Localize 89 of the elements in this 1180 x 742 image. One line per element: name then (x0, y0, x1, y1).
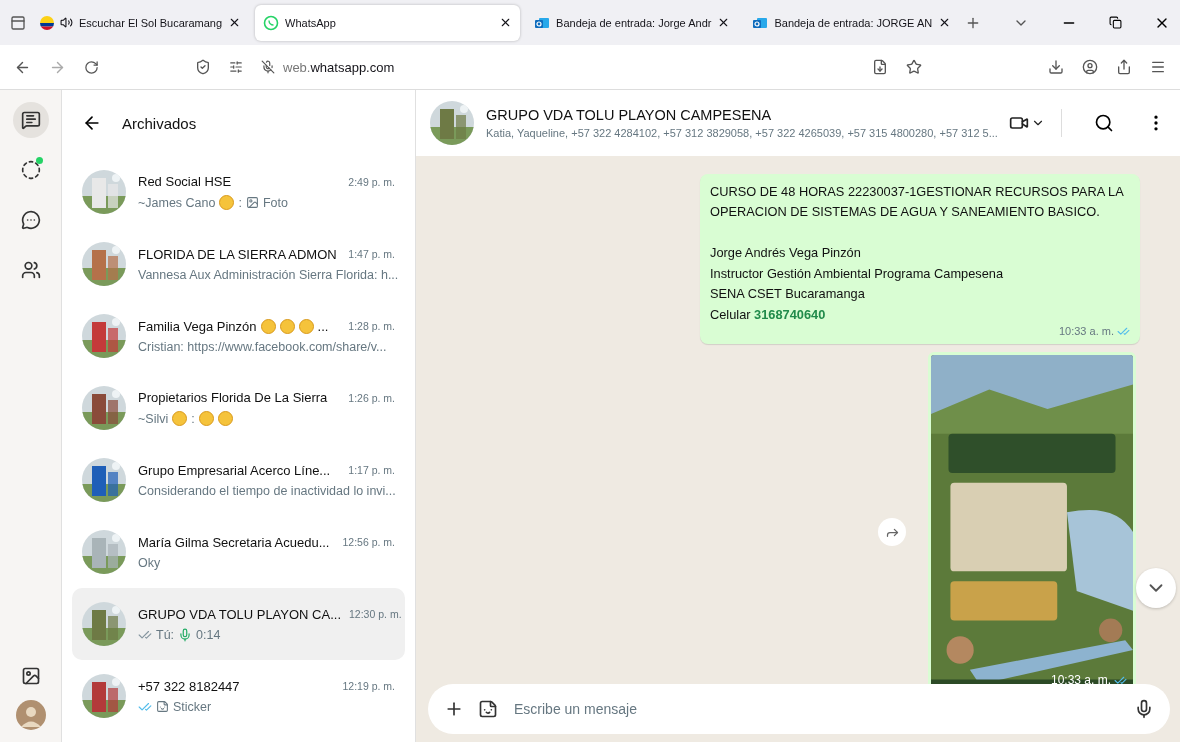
address-field[interactable]: web.whatsapp.com (283, 59, 395, 75)
tab-list-icon[interactable] (10, 14, 26, 31)
chat-name: GRUPO VDA TOLU PLAYON CA... (138, 606, 341, 622)
microphone-icon[interactable] (1134, 699, 1154, 719)
chat-row[interactable]: +57 322 8182447 12:19 p. m. Sticker (72, 660, 405, 732)
chat-row[interactable]: Propietarios Florida De La Sierra 1:26 p. m. ~Silvi : (72, 372, 405, 444)
emoji-icon (279, 318, 295, 334)
chat-name: +57 322 8182447 (138, 678, 240, 694)
save-page-icon[interactable] (872, 59, 888, 75)
forward-button[interactable] (878, 518, 906, 547)
browser-tab[interactable]: Bandeja de entrada: Jorge Andr (526, 4, 739, 41)
emoji-icon (260, 318, 276, 334)
speaker-icon[interactable] (60, 16, 73, 29)
sticker-icon (156, 700, 169, 713)
message-preview: Cristian: https://www.facebook.com/share/v... (138, 339, 387, 354)
chat-row[interactable]: GRUPO VDA TOLU PLAYON CA... 12:30 p. m. Tú: 0:14 (72, 588, 405, 660)
menu-icon[interactable] (1150, 59, 1166, 75)
emoji-icon (217, 411, 233, 426)
browser-tab[interactable]: Escuchar El Sol Bucaramang (32, 4, 250, 41)
chat-bubble-icon (263, 14, 280, 31)
message-text: CURSO DE 48 HORAS 22230037-1GESTIONAR RECURSOS PARA LA OPERACION DE SISTEMAS DE AGUA Y SANEAMIENTO BASICO. Jorge Andrés Vega Pinzón Instructor Gestión Ambiental Programa Campesena SENA CSET Bucaramanga Celular 3168740640 (710, 183, 1125, 324)
chat-name: Grupo Empresarial Acerco Líne... (138, 462, 331, 478)
message-preview: : (191, 411, 195, 426)
account-icon[interactable] (1082, 59, 1098, 75)
tab-title: Bandeja de entrada: JORGE AN (774, 16, 933, 29)
status-icon (20, 160, 41, 180)
microphone-off-icon[interactable] (261, 60, 275, 74)
sidebar-button[interactable] (12, 102, 49, 138)
message-preview: Sticker (173, 699, 212, 714)
download-icon[interactable] (1048, 59, 1064, 75)
chat-title: GRUPO VDA TOLU PLAYON CAMPESENA (486, 107, 773, 123)
message-composer[interactable]: Escribe un mensaje (428, 684, 1170, 734)
chat-name: María Gilma Secretaria Acuedu... (138, 534, 330, 550)
restore-icon[interactable] (1109, 16, 1122, 29)
chat-time: 12:19 p. m. (341, 680, 395, 692)
message-preview: ~Silvi (138, 411, 169, 426)
message-time: 10:33 a. m. (1058, 326, 1114, 338)
chat-time: 12:30 p. m. (348, 608, 402, 620)
chat-name: Red Social HSE (138, 174, 232, 189)
message-preview: Oky (138, 555, 161, 570)
flag-icon (40, 15, 54, 30)
scroll-down-button[interactable] (1136, 568, 1176, 608)
chats-icon (20, 110, 41, 130)
message-preview: Vannesa Aux Administración Sierra Florida: h... (138, 267, 399, 282)
emoji-icon (298, 318, 314, 334)
chat-time: 1:26 p. m. (347, 391, 395, 404)
photo-icon (245, 196, 259, 209)
channels-icon (20, 210, 41, 230)
panel-title: Archivados (122, 114, 197, 132)
chat-time: 1:28 p. m. (347, 320, 395, 332)
emoji-icon (219, 195, 235, 210)
message-preview: Considerando el tiempo de inactividad lo invi... (138, 483, 396, 498)
browser-tab[interactable]: Bandeja de entrada: JORGE AN (744, 4, 960, 41)
permissions-icon[interactable] (229, 60, 243, 74)
ellipsis: ... (317, 318, 329, 334)
reload-icon[interactable] (84, 59, 99, 75)
message-field[interactable]: Escribe un mensaje (512, 700, 1120, 718)
microphone-icon (178, 627, 193, 642)
chat-time: 1:47 p. m. (347, 248, 395, 260)
browser-tab[interactable]: WhatsApp (255, 4, 521, 41)
message-preview: Foto (262, 195, 288, 210)
shield-icon[interactable] (195, 59, 211, 75)
chat-row[interactable]: Grupo Empresarial Acerco Líne... 1:17 p. m. Considerando el tiempo de inactividad lo invi... (72, 444, 405, 516)
media-icon[interactable] (20, 666, 41, 686)
chat-name: FLORIDA DE LA SIERRA ADMON (138, 246, 337, 262)
message-preview: : (238, 195, 242, 210)
tab-title: Escuchar El Sol Bucaramang (79, 16, 223, 29)
communities-icon (20, 260, 41, 280)
chat-row[interactable]: Red Social HSE 2:49 p. m. ~James Cano : Foto (72, 156, 405, 228)
chat-name: Familia Vega Pinzón (138, 318, 257, 334)
chat-name: Propietarios Florida De La Sierra (138, 390, 328, 405)
sticker-icon[interactable] (478, 699, 498, 719)
message-preview: ~James Cano (138, 195, 216, 210)
chat-time: 1:17 p. m. (347, 464, 395, 476)
tab-title: WhatsApp (285, 16, 337, 29)
message-preview: Tú: (156, 627, 175, 642)
message-preview: 0:14 (196, 627, 221, 642)
chat-row[interactable]: Familia Vega Pinzón ... 1:28 p. m. Cristian: https://www.facebook.com/share/v... (72, 300, 405, 372)
profile-avatar[interactable] (15, 700, 46, 730)
emoji-icon (172, 411, 188, 426)
chat-time: 2:49 p. m. (347, 175, 395, 188)
chat-row[interactable]: María Gilma Secretaria Acuedu... 12:56 p. m. Oky (72, 516, 405, 588)
bookmark-icon[interactable] (906, 59, 922, 75)
search-icon[interactable] (1094, 113, 1114, 133)
tab-title: Bandeja de entrada: Jorge Andr (556, 16, 712, 29)
chat-row[interactable]: FLORIDA DE LA SIERRA ADMON 1:47 p. m. Vannesa Aux Administración Sierra Florida: h... (72, 228, 405, 300)
emoji-icon (198, 411, 214, 426)
chat-time: 12:56 p. m. (341, 536, 395, 548)
message-time: 10:33 a. m. (1050, 673, 1111, 684)
